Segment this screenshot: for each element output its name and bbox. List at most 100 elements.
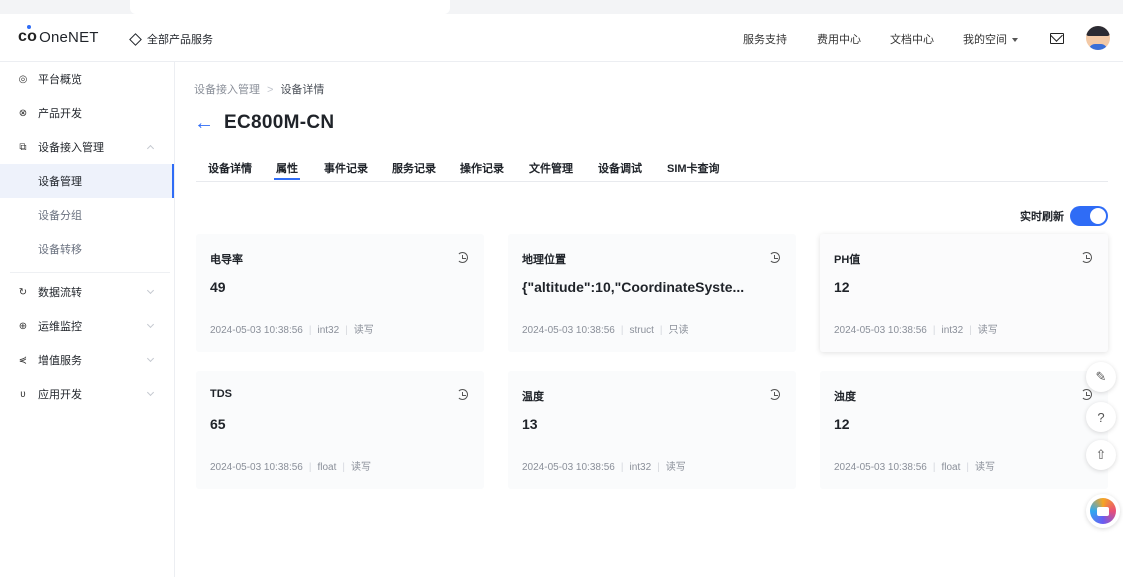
nav-link-support[interactable]: 服务支持 bbox=[743, 31, 787, 47]
property-time: 2024-05-03 10:38:56 bbox=[522, 462, 615, 473]
property-card: TDS 65 2024-05-03 10:38:56 | float | 读写 bbox=[196, 371, 484, 489]
product-icon: ⊗ bbox=[18, 107, 28, 119]
property-meta: 2024-05-03 10:38:56 | float | 读写 bbox=[210, 462, 371, 473]
property-type: float bbox=[941, 462, 961, 473]
chat-assistant-icon[interactable] bbox=[1086, 494, 1120, 528]
property-name: TDS bbox=[210, 388, 232, 400]
page-title: ← EC800M-CN bbox=[194, 112, 334, 134]
sidebar-item-device-access[interactable]: ⧉ 设备接入管理 bbox=[0, 130, 175, 164]
property-meta: 2024-05-03 10:38:56 | int32 | 读写 bbox=[522, 462, 686, 473]
sidebar-divider bbox=[10, 272, 170, 273]
toggle-knob bbox=[1090, 208, 1106, 224]
property-meta: 2024-05-03 10:38:56 | int32 | 读写 bbox=[210, 325, 374, 336]
sidebar-item-app-dev[interactable]: ʋ 应用开发 bbox=[0, 377, 175, 411]
history-icon[interactable] bbox=[457, 389, 468, 400]
caret-down-icon bbox=[1012, 38, 1018, 43]
tab-bar: 设备详情 属性 事件记录 服务记录 操作记录 文件管理 设备调试 SIM卡查询 bbox=[196, 154, 1108, 182]
sidebar-subitem-device-manage[interactable]: 设备管理 bbox=[0, 164, 174, 198]
property-type: int32 bbox=[317, 325, 340, 336]
value-added-icon: ⋞ bbox=[18, 354, 28, 366]
chevron-down-icon bbox=[146, 354, 155, 363]
overview-icon: ◎ bbox=[18, 73, 28, 85]
property-access: 读写 bbox=[353, 325, 374, 336]
monitor-icon: ⊕ bbox=[18, 320, 28, 332]
property-time: 2024-05-03 10:38:56 bbox=[522, 325, 615, 336]
property-name: 温度 bbox=[522, 391, 544, 403]
property-time: 2024-05-03 10:38:56 bbox=[210, 462, 303, 473]
breadcrumb-separator: > bbox=[267, 84, 274, 96]
avatar[interactable] bbox=[1086, 26, 1110, 50]
property-meta: 2024-05-03 10:38:56 | float | 读写 bbox=[834, 462, 995, 473]
property-card: 电导率 49 2024-05-03 10:38:56 | int32 | 读写 bbox=[196, 234, 484, 352]
property-value: {"altitude":10,"CoordinateSyste... bbox=[522, 279, 745, 295]
breadcrumb: 设备接入管理 > 设备详情 bbox=[194, 81, 324, 97]
all-products-menu[interactable]: 全部产品服务 bbox=[129, 31, 213, 47]
sidebar-subitem-device-group[interactable]: 设备分组 bbox=[0, 198, 174, 232]
top-header: co OneNET 全部产品服务 服务支持 费用中心 文档中心 我的空间 bbox=[0, 14, 1123, 62]
history-icon[interactable] bbox=[769, 252, 780, 263]
property-time: 2024-05-03 10:38:56 bbox=[834, 462, 927, 473]
property-card: 温度 13 2024-05-03 10:38:56 | int32 | 读写 bbox=[508, 371, 796, 489]
breadcrumb-current: 设备详情 bbox=[280, 84, 325, 96]
sidebar-item-label: 数据流转 bbox=[38, 287, 82, 299]
sidebar-item-value-added[interactable]: ⋞ 增值服务 bbox=[0, 343, 175, 377]
tab-properties[interactable]: 属性 bbox=[274, 160, 300, 180]
property-card: 浊度 12 2024-05-03 10:38:56 | float | 读写 bbox=[820, 371, 1108, 489]
history-icon[interactable] bbox=[1081, 252, 1092, 263]
property-value: 13 bbox=[522, 416, 538, 432]
sidebar-item-label: 运维监控 bbox=[38, 321, 82, 333]
property-type: struct bbox=[629, 325, 654, 336]
sidebar-item-label: 设备接入管理 bbox=[38, 142, 104, 154]
property-value: 65 bbox=[210, 416, 226, 432]
sidebar-item-monitor[interactable]: ⊕ 运维监控 bbox=[0, 309, 175, 343]
property-access: 只读 bbox=[668, 325, 689, 336]
realtime-refresh-label: 实时刷新 bbox=[1020, 211, 1064, 223]
mail-icon[interactable] bbox=[1050, 33, 1064, 44]
tab-file-management[interactable]: 文件管理 bbox=[529, 160, 573, 176]
sidebar-item-product-dev[interactable]: ⊗ 产品开发 bbox=[0, 96, 175, 130]
property-time: 2024-05-03 10:38:56 bbox=[834, 325, 927, 336]
history-icon[interactable] bbox=[769, 389, 780, 400]
property-access: 读写 bbox=[974, 462, 995, 473]
tab-device-details[interactable]: 设备详情 bbox=[208, 160, 252, 176]
nav-link-my-space[interactable]: 我的空间 bbox=[963, 31, 1018, 47]
property-type: int32 bbox=[941, 325, 964, 336]
breadcrumb-parent[interactable]: 设备接入管理 bbox=[194, 84, 260, 96]
property-name: PH值 bbox=[834, 254, 861, 266]
browser-top-strip bbox=[0, 0, 1123, 14]
onenet-logo[interactable]: co OneNET bbox=[18, 25, 99, 46]
back-arrow-icon[interactable]: ← bbox=[194, 113, 214, 133]
tab-service-records[interactable]: 服务记录 bbox=[392, 160, 436, 176]
browser-tab[interactable] bbox=[130, 0, 450, 14]
property-card: 地理位置 {"altitude":10,"CoordinateSyste... … bbox=[508, 234, 796, 352]
nav-link-billing[interactable]: 费用中心 bbox=[817, 31, 861, 47]
tab-device-debug[interactable]: 设备调试 bbox=[598, 160, 642, 176]
property-name: 电导率 bbox=[210, 254, 243, 266]
sidebar-item-data-flow[interactable]: ↻ 数据流转 bbox=[0, 275, 175, 309]
sidebar-item-label: 平台概览 bbox=[38, 74, 82, 86]
sidebar-item-overview[interactable]: ◎ 平台概览 bbox=[0, 62, 175, 96]
help-icon[interactable]: ? bbox=[1086, 402, 1116, 432]
property-value: 12 bbox=[834, 279, 850, 295]
realtime-refresh-toggle[interactable] bbox=[1070, 206, 1108, 226]
history-icon[interactable] bbox=[457, 252, 468, 263]
sidebar-item-label: 增值服务 bbox=[38, 355, 82, 367]
history-icon[interactable] bbox=[1081, 389, 1092, 400]
device-access-icon: ⧉ bbox=[19, 141, 27, 153]
back-to-top-icon[interactable]: ⇧ bbox=[1086, 440, 1116, 470]
chevron-down-icon bbox=[146, 286, 155, 295]
sidebar-item-label: 应用开发 bbox=[38, 389, 82, 401]
property-name: 浊度 bbox=[834, 391, 856, 403]
property-access: 读写 bbox=[977, 325, 998, 336]
tab-event-records[interactable]: 事件记录 bbox=[324, 160, 368, 176]
property-type: float bbox=[317, 462, 337, 473]
chevron-down-icon bbox=[146, 388, 155, 397]
property-name: 地理位置 bbox=[522, 254, 566, 266]
tab-operation-records[interactable]: 操作记录 bbox=[460, 160, 504, 176]
property-meta: 2024-05-03 10:38:56 | struct | 只读 bbox=[522, 325, 689, 336]
sidebar-subitem-device-transfer[interactable]: 设备转移 bbox=[0, 232, 174, 266]
edit-icon[interactable]: ✎ bbox=[1086, 362, 1116, 392]
nav-link-docs[interactable]: 文档中心 bbox=[890, 31, 934, 47]
onenet-logo-mark: co bbox=[18, 25, 37, 46]
tab-sim-query[interactable]: SIM卡查询 bbox=[667, 160, 720, 176]
